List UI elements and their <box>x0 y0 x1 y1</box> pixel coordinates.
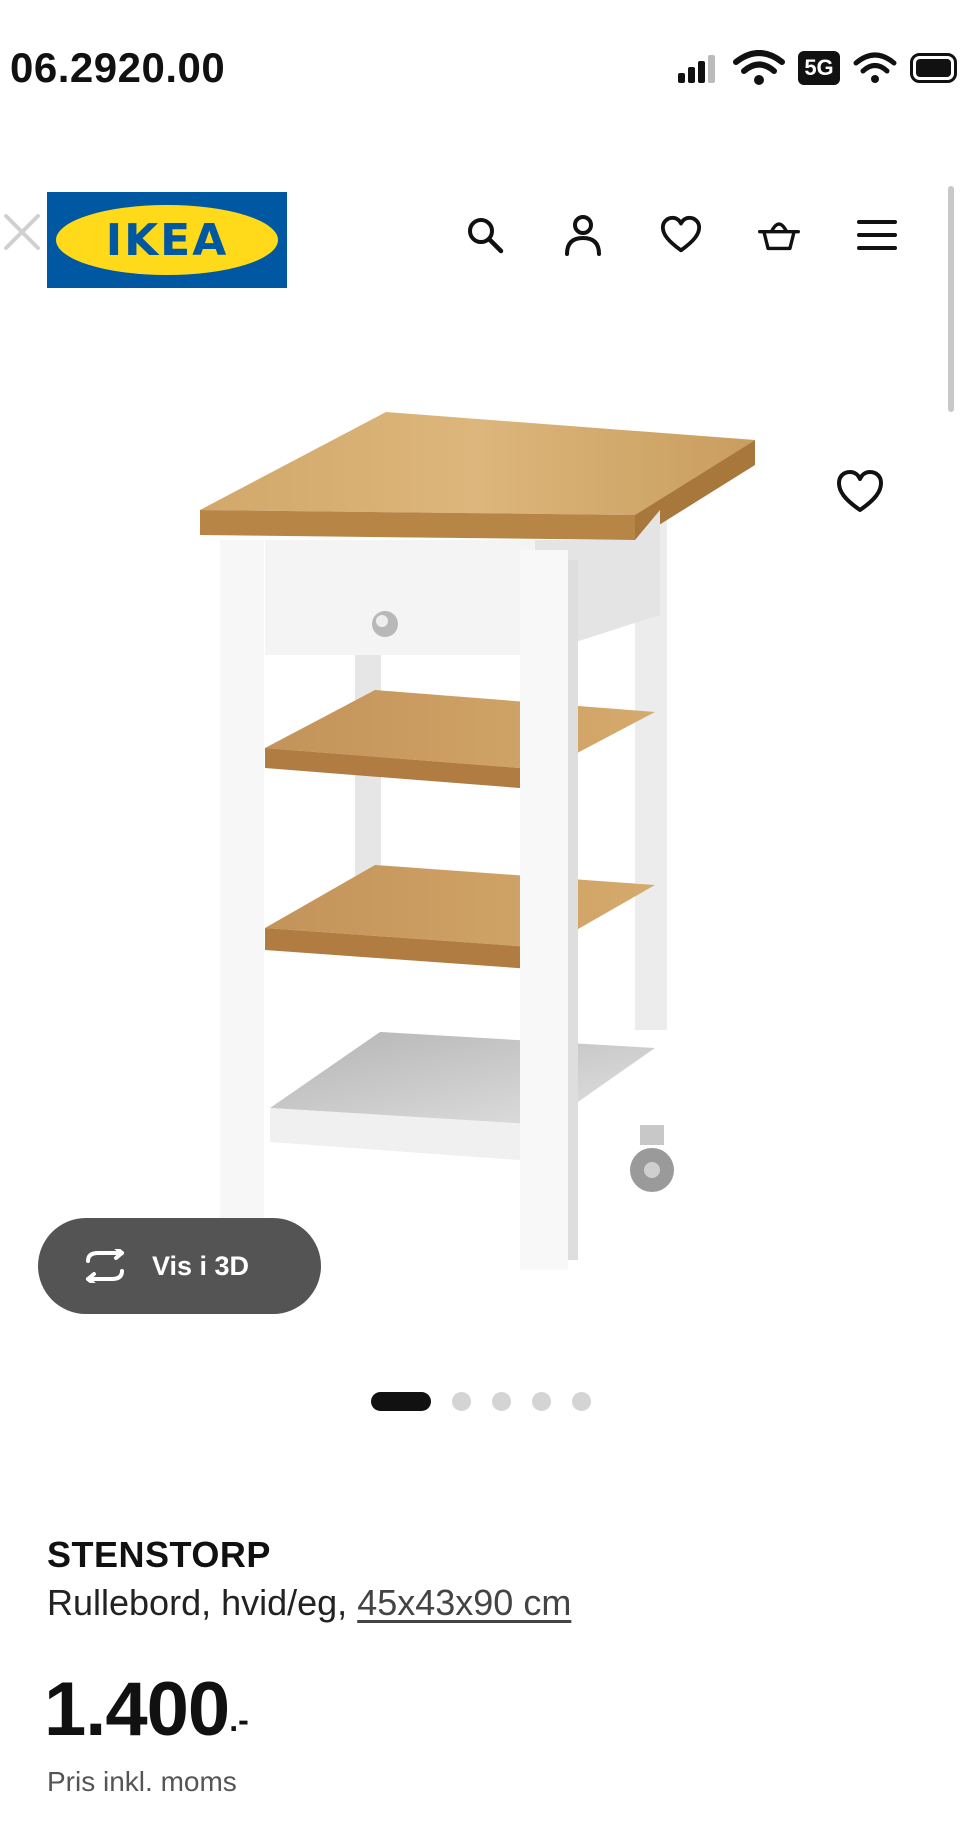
header-actions <box>464 214 898 256</box>
status-bar: 06.2920.00 5G <box>0 0 960 140</box>
price-value: 1.400 <box>44 1667 230 1752</box>
wifi-icon-secondary <box>853 52 897 83</box>
product-description: Rullebord, hvid/eg, 45x43x90 cm <box>47 1582 571 1624</box>
status-time: 06.2920.00 <box>10 44 226 91</box>
price-note: Pris inkl. moms <box>47 1766 237 1797</box>
basket-button[interactable] <box>758 214 800 256</box>
view-3d-label: Vis i 3D <box>152 1250 250 1281</box>
battery-icon <box>910 53 957 83</box>
carousel-dot[interactable] <box>572 1392 591 1411</box>
product-name: STENSTORP <box>47 1534 271 1575</box>
site-header: IKEA <box>0 180 960 300</box>
page-scrollbar[interactable] <box>948 186 954 412</box>
product-image[interactable] <box>180 390 780 1350</box>
close-icon[interactable] <box>0 210 44 254</box>
wishlist-button[interactable] <box>660 214 702 256</box>
menu-button[interactable] <box>856 214 898 256</box>
product-price: 1.400 .- <box>44 1666 249 1753</box>
logo-text: IKEA <box>105 214 229 266</box>
search-icon <box>468 218 504 254</box>
carousel-pagination <box>371 1392 591 1411</box>
basket-icon <box>758 222 800 251</box>
signal-icon <box>678 55 715 83</box>
carousel-dot-active[interactable] <box>371 1392 431 1411</box>
rotate-3d-icon <box>86 1249 124 1283</box>
carousel-dot[interactable] <box>532 1392 551 1411</box>
search-button[interactable] <box>464 214 506 256</box>
carousel-dot[interactable] <box>452 1392 471 1411</box>
product-type: Rullebord, hvid/eg, <box>47 1582 348 1623</box>
5g-icon: 5G <box>798 51 840 85</box>
wifi-icon <box>733 50 785 85</box>
view-3d-button[interactable]: Vis i 3D <box>38 1218 321 1314</box>
image-favorite-heart-icon[interactable] <box>836 468 884 516</box>
account-button[interactable] <box>562 214 604 256</box>
price-suffix: .- <box>229 1702 249 1738</box>
menu-icon <box>857 220 897 250</box>
carousel-dot[interactable] <box>492 1392 511 1411</box>
product-dimensions-link[interactable]: 45x43x90 cm <box>357 1582 571 1623</box>
logo-oval: IKEA <box>56 205 278 275</box>
account-icon <box>565 215 601 256</box>
ikea-logo[interactable]: IKEA <box>47 192 287 288</box>
network-label: 5G <box>804 55 834 80</box>
status-icons: 5G <box>678 48 960 88</box>
wishlist-heart-icon <box>660 215 702 253</box>
